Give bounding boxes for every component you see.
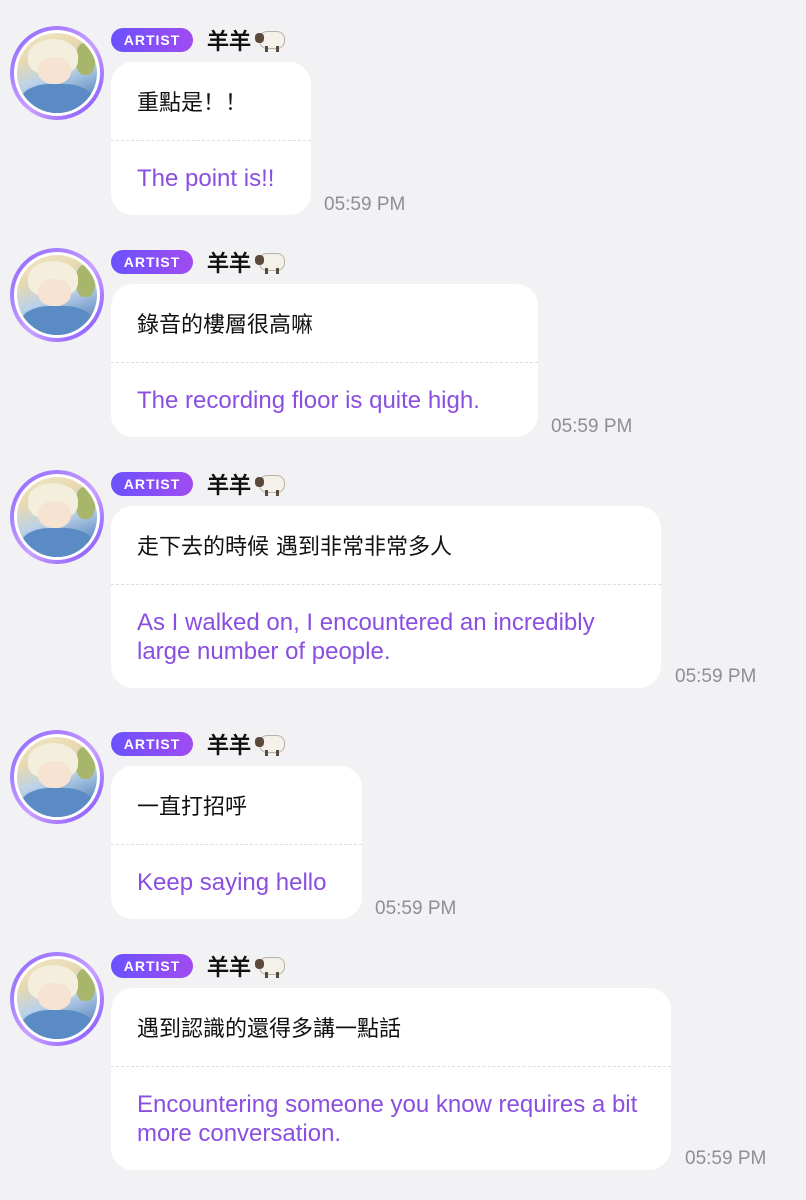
message-bubble[interactable]: 錄音的樓層很高嘛 The recording floor is quite hi… xyxy=(111,284,538,437)
translated-text: Encountering someone you know requires a… xyxy=(137,1090,638,1147)
message-timestamp: 05:59 PM xyxy=(551,416,633,437)
original-text: 錄音的樓層很高嘛 xyxy=(137,313,314,338)
message-timestamp: 05:59 PM xyxy=(685,1148,767,1169)
sender-name: 羊羊 xyxy=(207,252,252,277)
message-bubble[interactable]: 走下去的時候 遇到非常非常多人 As I walked on, I encoun… xyxy=(111,506,661,688)
message-bubble[interactable]: 遇到認識的還得多講一點話 Encountering someone you kn… xyxy=(111,988,671,1170)
message-bubble[interactable]: 重點是！！ The point is!! xyxy=(111,62,311,215)
sheep-icon xyxy=(255,471,286,497)
artist-avatar[interactable] xyxy=(10,470,104,564)
original-text: 走下去的時候 遇到非常非常多人 xyxy=(137,535,452,560)
artist-avatar[interactable] xyxy=(10,248,104,342)
sender-name: 羊羊 xyxy=(207,30,252,55)
sheep-icon xyxy=(255,27,286,53)
artist-badge: ARTIST xyxy=(111,954,193,978)
artist-badge: ARTIST xyxy=(111,28,193,52)
artist-badge: ARTIST xyxy=(111,472,193,496)
artist-badge: ARTIST xyxy=(111,732,193,756)
translated-text: The point is!! xyxy=(137,164,275,192)
translated-text: Keep saying hello xyxy=(137,868,327,896)
original-text: 重點是！！ xyxy=(137,91,248,116)
sender-name: 羊羊 xyxy=(207,956,252,981)
message-timestamp: 05:59 PM xyxy=(675,666,757,687)
original-text: 遇到認識的還得多講一點話 xyxy=(137,1017,402,1042)
message-timestamp: 05:59 PM xyxy=(324,194,406,215)
sender-row: ARTIST 羊羊 xyxy=(111,730,286,759)
chat-thread: ARTIST 羊羊 重點是！！ The point is!! 05:59 PM … xyxy=(0,0,806,1200)
artist-avatar[interactable] xyxy=(10,26,104,120)
translated-text: The recording floor is quite high. xyxy=(137,386,480,414)
sender-row: ARTIST 羊羊 xyxy=(111,26,286,55)
sender-row: ARTIST 羊羊 xyxy=(111,470,286,499)
sender-row: ARTIST 羊羊 xyxy=(111,248,286,277)
sender-name: 羊羊 xyxy=(207,474,252,499)
artist-avatar[interactable] xyxy=(10,952,104,1046)
sheep-icon xyxy=(255,249,286,275)
sender-name: 羊羊 xyxy=(207,734,252,759)
sender-row: ARTIST 羊羊 xyxy=(111,952,286,981)
translated-text: As I walked on, I encountered an incredi… xyxy=(137,608,595,665)
sheep-icon xyxy=(255,953,286,979)
message-bubble[interactable]: 一直打招呼 Keep saying hello xyxy=(111,766,362,919)
message-timestamp: 05:59 PM xyxy=(375,898,457,919)
original-text: 一直打招呼 xyxy=(137,795,248,820)
artist-avatar[interactable] xyxy=(10,730,104,824)
artist-badge: ARTIST xyxy=(111,250,193,274)
sheep-icon xyxy=(255,731,286,757)
